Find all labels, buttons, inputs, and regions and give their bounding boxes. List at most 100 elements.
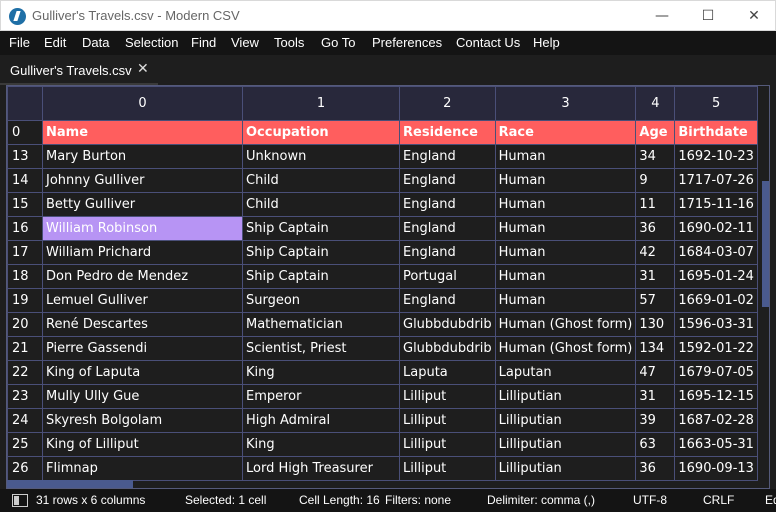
sidebar-toggle-icon[interactable]	[12, 494, 28, 507]
header-cell[interactable]: Occupation	[242, 120, 400, 145]
table-cell[interactable]: 1684-03-07	[674, 240, 758, 265]
table-cell[interactable]: 134	[635, 336, 676, 361]
table-cell[interactable]: Human	[494, 168, 637, 193]
table-cell[interactable]: 1690-09-13	[674, 456, 758, 481]
row-number[interactable]: 26	[7, 456, 43, 481]
menu-selection[interactable]: Selection	[125, 35, 178, 50]
table-cell[interactable]: England	[399, 192, 496, 217]
table-cell[interactable]: Betty Gulliver	[42, 192, 243, 217]
table-cell[interactable]: Lilliput	[399, 432, 496, 457]
close-window-button[interactable]: ✕	[731, 1, 776, 31]
column-header[interactable]: 4	[635, 86, 676, 121]
column-header[interactable]: 0	[42, 86, 243, 121]
row-number[interactable]: 20	[7, 312, 43, 337]
menu-data[interactable]: Data	[82, 35, 109, 50]
table-cell[interactable]: England	[399, 216, 496, 241]
selected-cell[interactable]: William Robinson	[42, 216, 243, 241]
table-cell[interactable]: England	[399, 144, 496, 169]
table-cell[interactable]: Glubbdubdrib	[399, 312, 496, 337]
table-cell[interactable]: King	[242, 360, 400, 385]
row-number[interactable]: 19	[7, 288, 43, 313]
table-cell[interactable]: Human (Ghost form)	[494, 336, 637, 361]
menu-find[interactable]: Find	[191, 35, 216, 50]
table-cell[interactable]: Laputa	[399, 360, 496, 385]
row-number[interactable]: 24	[7, 408, 43, 433]
tab-gullivers-travels[interactable]: Gulliver's Travels.csv ✕	[0, 55, 158, 85]
table-cell[interactable]: 36	[635, 216, 676, 241]
table-cell[interactable]: Laputan	[494, 360, 637, 385]
table-cell[interactable]: Lemuel Gulliver	[42, 288, 243, 313]
table-cell[interactable]: Child	[242, 168, 400, 193]
table-cell[interactable]: Don Pedro de Mendez	[42, 264, 243, 289]
table-cell[interactable]: 47	[635, 360, 676, 385]
row-number[interactable]: 17	[7, 240, 43, 265]
table-cell[interactable]: King	[242, 432, 400, 457]
table-cell[interactable]: King of Lilliput	[42, 432, 243, 457]
table-cell[interactable]: 1679-07-05	[674, 360, 758, 385]
table-cell[interactable]: 31	[635, 384, 676, 409]
table-cell[interactable]: 1690-02-11	[674, 216, 758, 241]
table-cell[interactable]: Pierre Gassendi	[42, 336, 243, 361]
table-cell[interactable]: Lilliputian	[494, 456, 637, 481]
row-number[interactable]: 25	[7, 432, 43, 457]
header-cell[interactable]: Race	[494, 120, 637, 145]
table-cell[interactable]: Emperor	[242, 384, 400, 409]
table-cell[interactable]: England	[399, 168, 496, 193]
column-header[interactable]: 3	[494, 86, 637, 121]
menu-edit[interactable]: Edit	[44, 35, 66, 50]
table-cell[interactable]: 130	[635, 312, 676, 337]
horizontal-scrollbar-thumb[interactable]	[7, 480, 133, 488]
header-cell[interactable]: Birthdate	[674, 120, 758, 145]
row-number[interactable]: 18	[7, 264, 43, 289]
table-cell[interactable]: 36	[635, 456, 676, 481]
row-number[interactable]: 23	[7, 384, 43, 409]
table-cell[interactable]: Human	[494, 144, 637, 169]
table-cell[interactable]: 9	[635, 168, 676, 193]
table-cell[interactable]: Human	[494, 264, 637, 289]
table-cell[interactable]: 1687-02-28	[674, 408, 758, 433]
minimize-button[interactable]: —	[639, 1, 685, 31]
table-cell[interactable]: Ship Captain	[242, 264, 400, 289]
column-header[interactable]: 5	[674, 86, 758, 121]
header-cell[interactable]: Residence	[399, 120, 496, 145]
table-cell[interactable]: 1695-12-15	[674, 384, 758, 409]
table-cell[interactable]: Lilliput	[399, 384, 496, 409]
table-cell[interactable]: England	[399, 288, 496, 313]
table-cell[interactable]: 1717-07-26	[674, 168, 758, 193]
table-cell[interactable]: Portugal	[399, 264, 496, 289]
table-cell[interactable]: Ship Captain	[242, 240, 400, 265]
table-cell[interactable]: Flimnap	[42, 456, 243, 481]
table-cell[interactable]: 1663-05-31	[674, 432, 758, 457]
menu-help[interactable]: Help	[533, 35, 560, 50]
close-tab-icon[interactable]: ✕	[137, 61, 149, 77]
row-number[interactable]: 15	[7, 192, 43, 217]
table-cell[interactable]: 57	[635, 288, 676, 313]
row-number[interactable]: 21	[7, 336, 43, 361]
table-cell[interactable]: Mary Burton	[42, 144, 243, 169]
table-cell[interactable]: Surgeon	[242, 288, 400, 313]
table-cell[interactable]: Lilliputian	[494, 408, 637, 433]
table-cell[interactable]: 34	[635, 144, 676, 169]
table-cell[interactable]: 1692-10-23	[674, 144, 758, 169]
table-cell[interactable]: England	[399, 240, 496, 265]
table-cell[interactable]: Ship Captain	[242, 216, 400, 241]
table-cell[interactable]: Lilliputian	[494, 432, 637, 457]
table-cell[interactable]: 11	[635, 192, 676, 217]
table-cell[interactable]: Unknown	[242, 144, 400, 169]
menu-file[interactable]: File	[9, 35, 30, 50]
table-cell[interactable]: 1695-01-24	[674, 264, 758, 289]
table-cell[interactable]: King of Laputa	[42, 360, 243, 385]
table-cell[interactable]: Human	[494, 240, 637, 265]
column-header[interactable]: 2	[399, 86, 496, 121]
column-header[interactable]: 1	[242, 86, 400, 121]
table-cell[interactable]: 39	[635, 408, 676, 433]
table-cell[interactable]: 63	[635, 432, 676, 457]
menu-tools[interactable]: Tools	[274, 35, 304, 50]
table-cell[interactable]: Lord High Treasurer	[242, 456, 400, 481]
menu-view[interactable]: View	[231, 35, 259, 50]
table-cell[interactable]: 1715-11-16	[674, 192, 758, 217]
row-number[interactable]: 0	[7, 120, 43, 145]
vertical-scrollbar-thumb[interactable]	[762, 181, 769, 307]
table-cell[interactable]: Lilliput	[399, 456, 496, 481]
table-cell[interactable]: Lilliputian	[494, 384, 637, 409]
